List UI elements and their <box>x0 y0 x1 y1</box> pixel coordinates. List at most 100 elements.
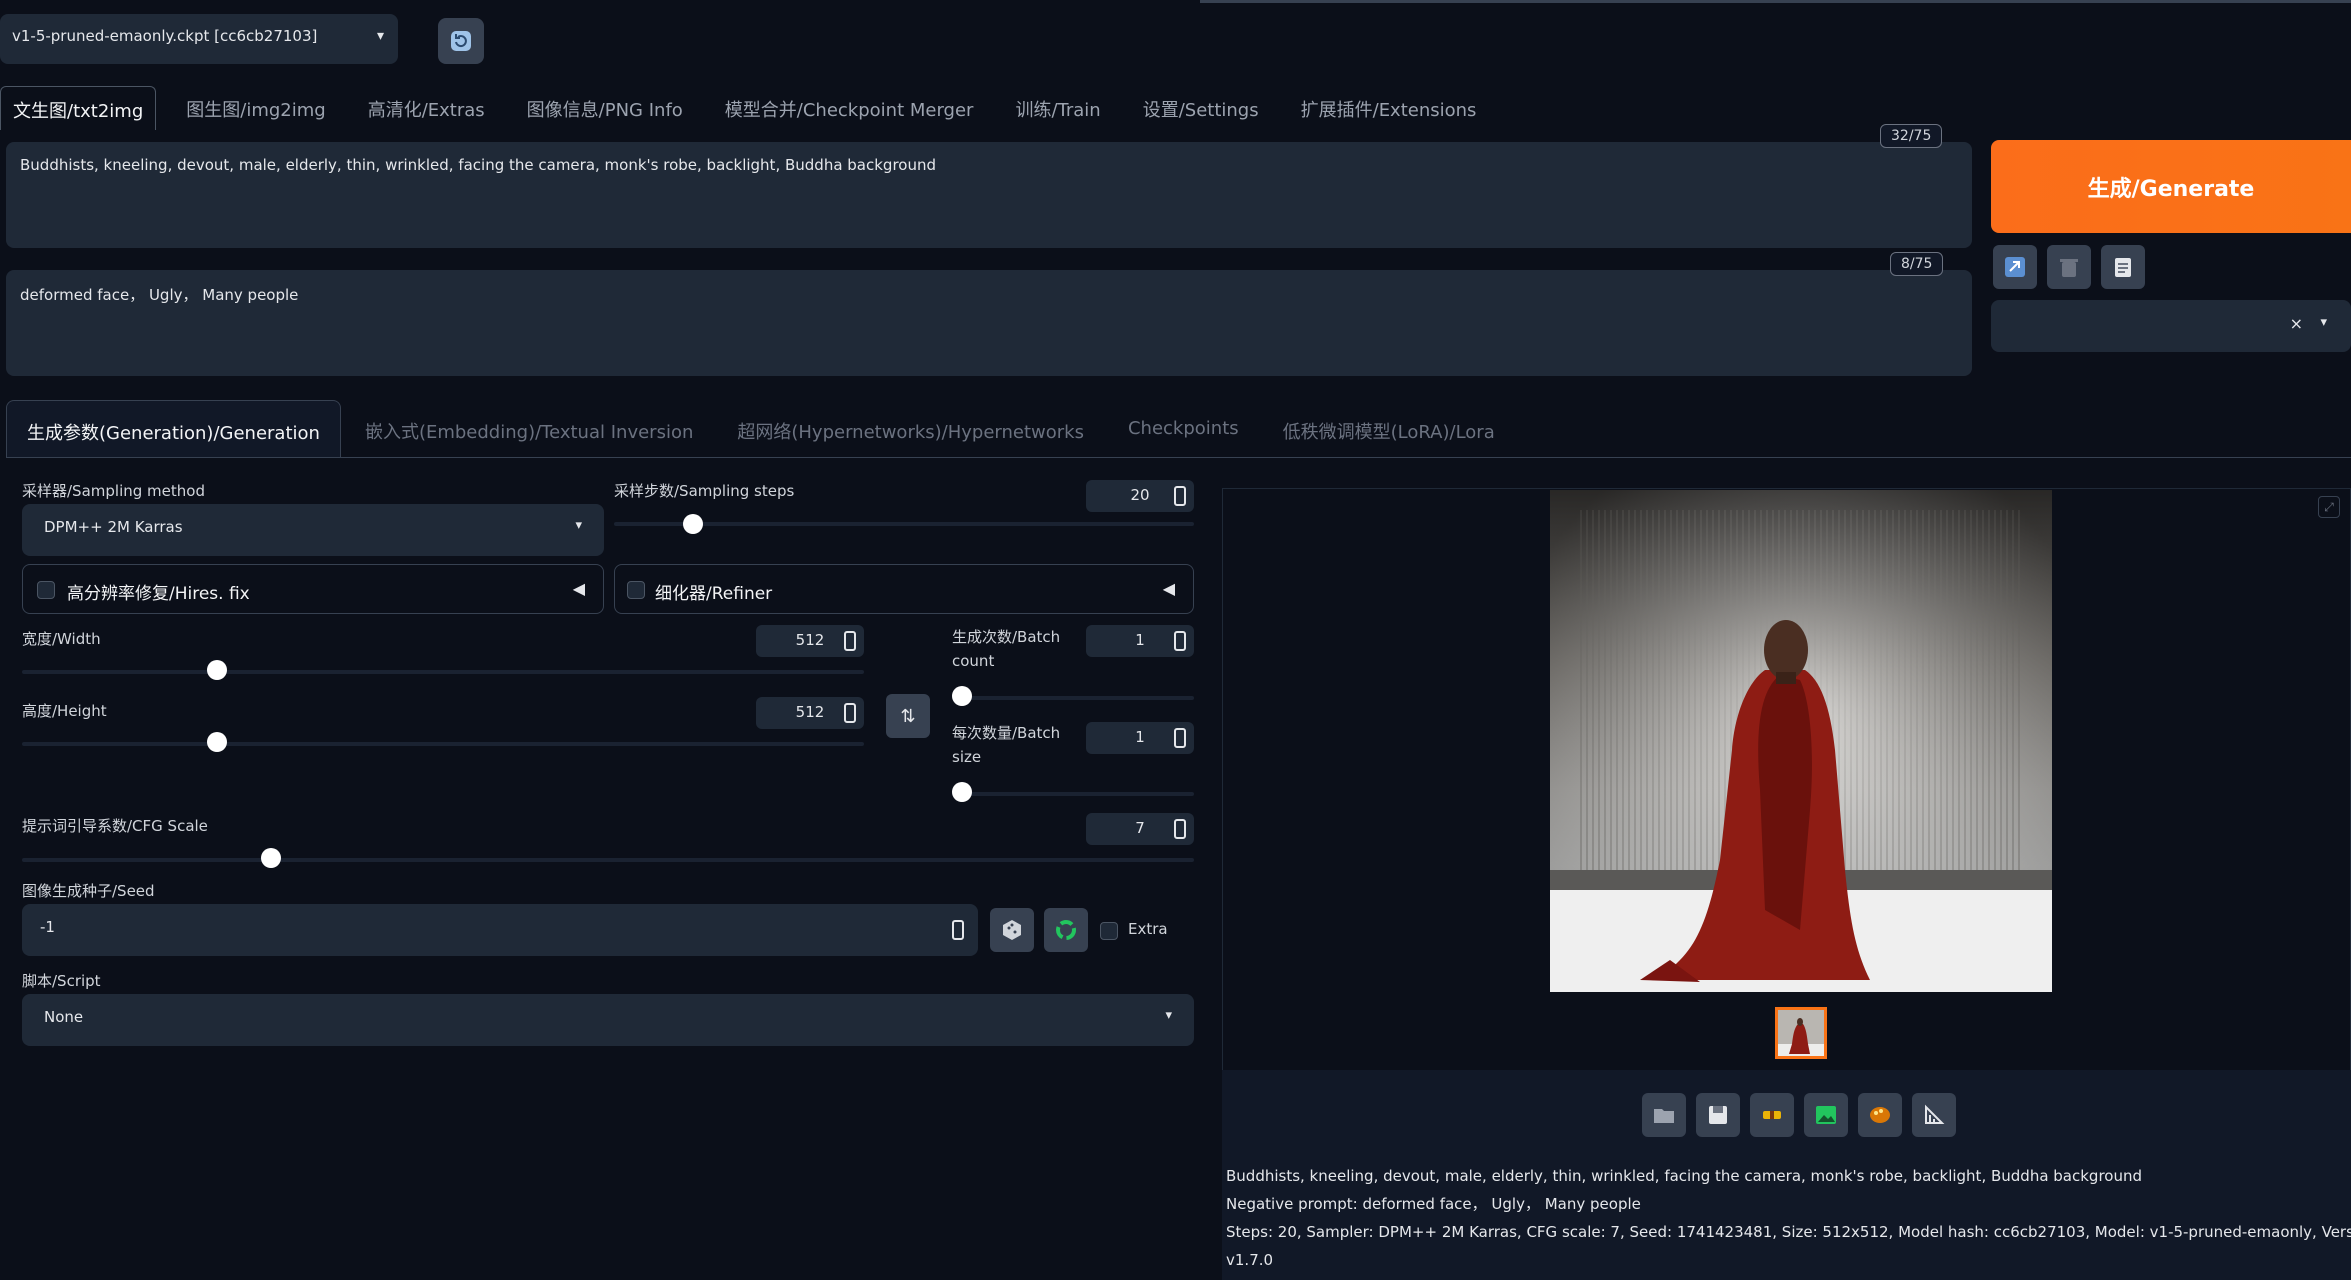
tab-extensions[interactable]: 扩展插件/Extensions <box>1289 86 1489 130</box>
tab-lora[interactable]: 低秩微调模型(LoRA)/Lora <box>1263 400 1515 458</box>
script-dropdown[interactable]: None ▾ <box>22 994 1194 1046</box>
spinner-icon[interactable] <box>844 631 856 651</box>
batch-count-input[interactable]: 1 <box>1086 625 1194 657</box>
clear-icon[interactable]: × <box>2290 314 2303 333</box>
spinner-icon[interactable] <box>952 920 964 940</box>
zip-icon <box>1763 1111 1781 1119</box>
width-value: 512 <box>795 631 825 649</box>
save-button[interactable] <box>1696 1093 1740 1137</box>
collapse-arrow-icon[interactable]: ◀ <box>573 579 585 598</box>
checkpoint-dropdown[interactable]: v1-5-pruned-emaonly.ckpt [cc6cb27103] ▾ <box>0 14 398 64</box>
sampling-steps-input[interactable]: 20 <box>1086 480 1194 512</box>
seed-label: 图像生成种子/Seed <box>22 882 155 900</box>
random-seed-button[interactable] <box>990 908 1034 952</box>
chevron-down-icon: ▾ <box>575 518 582 533</box>
sampling-steps-value: 20 <box>1130 486 1150 504</box>
fullscreen-icon[interactable]: ⤢ <box>2318 496 2340 518</box>
spinner-icon[interactable] <box>1174 631 1186 651</box>
seed-input[interactable]: -1 <box>22 904 978 956</box>
reuse-seed-button[interactable] <box>1044 908 1088 952</box>
height-input[interactable]: 512 <box>756 697 864 729</box>
tab-checkpoints[interactable]: Checkpoints <box>1108 400 1259 458</box>
swap-dimensions-button[interactable]: ⇅ <box>886 694 930 738</box>
open-folder-button[interactable] <box>1642 1093 1686 1137</box>
main-tabs: 文生图/txt2img 图生图/img2img 高清化/Extras 图像信息/… <box>0 86 1506 130</box>
cfg-scale-slider[interactable] <box>261 848 281 868</box>
styles-dropdown[interactable]: × ▾ <box>1991 300 2351 352</box>
chevron-down-icon: ▾ <box>376 28 384 44</box>
sampling-method-label: 采样器/Sampling method <box>22 482 205 500</box>
batch-size-input[interactable]: 1 <box>1086 722 1194 754</box>
script-label: 脚本/Script <box>22 972 101 990</box>
zip-button[interactable] <box>1750 1093 1794 1137</box>
collapse-arrow-icon[interactable]: ◀ <box>1163 579 1175 598</box>
batch-size-slider[interactable] <box>952 782 972 802</box>
batch-count-label-1: 生成次数/Batch <box>952 628 1061 646</box>
send-to-inpaint-button[interactable] <box>1858 1093 1902 1137</box>
hires-fix-accordion[interactable]: 高分辨率修复/Hires. fix ◀ <box>22 564 604 614</box>
generated-image[interactable] <box>1550 490 2052 992</box>
batch-count-slider[interactable] <box>952 686 972 706</box>
negative-prompt-input[interactable]: deformed face， Ugly， Many people <box>6 270 1972 376</box>
refiner-accordion[interactable]: 细化器/Refiner ◀ <box>614 564 1194 614</box>
tab-hypernetworks[interactable]: 超网络(Hypernetworks)/Hypernetworks <box>717 400 1104 458</box>
width-slider[interactable] <box>207 660 227 680</box>
chevron-down-icon: ▾ <box>1165 1008 1172 1023</box>
height-slider[interactable] <box>207 732 227 752</box>
trash-button[interactable] <box>2047 245 2091 289</box>
batch-size-track <box>952 792 1194 796</box>
read-params-button[interactable] <box>1993 245 2037 289</box>
tab-checkpoint-merger[interactable]: 模型合并/Checkpoint Merger <box>713 86 986 130</box>
sampling-method-dropdown[interactable]: DPM++ 2M Karras ▾ <box>22 504 604 556</box>
spinner-icon[interactable] <box>1174 728 1186 748</box>
script-value: None <box>44 1008 84 1026</box>
prompt-token-counter: 32/75 <box>1880 124 1943 148</box>
height-value: 512 <box>795 703 825 721</box>
prompt-input[interactable]: Buddhists, kneeling, devout, male, elder… <box>6 142 1972 248</box>
width-label: 宽度/Width <box>22 630 101 648</box>
arrow-icon <box>2005 257 2025 277</box>
style-edit-button[interactable] <box>2101 245 2145 289</box>
sampling-steps-slider[interactable] <box>683 514 703 534</box>
negative-prompt-text: deformed face， Ugly， Many people <box>20 286 299 304</box>
height-track <box>22 742 864 746</box>
gallery-thumbnail[interactable] <box>1775 1007 1827 1059</box>
tab-extras[interactable]: 高清化/Extras <box>356 86 497 130</box>
chevron-down-icon: ▾ <box>2320 315 2327 330</box>
negative-prompt-token-counter: 8/75 <box>1890 252 1944 276</box>
tab-settings[interactable]: 设置/Settings <box>1131 86 1271 130</box>
tab-png-info[interactable]: 图像信息/PNG Info <box>515 86 695 130</box>
palette-icon <box>1870 1107 1890 1123</box>
tab-img2img[interactable]: 图生图/img2img <box>174 86 337 130</box>
top-divider <box>1200 0 2351 3</box>
spinner-icon[interactable] <box>1174 819 1186 839</box>
send-to-img2img-button[interactable] <box>1804 1093 1848 1137</box>
batch-size-label-2: size <box>952 748 982 766</box>
extra-networks-tabs: 生成参数(Generation)/Generation 嵌入式(Embeddin… <box>6 400 1519 458</box>
width-input[interactable]: 512 <box>756 625 864 657</box>
spinner-icon[interactable] <box>844 703 856 723</box>
cfg-scale-input[interactable]: 7 <box>1086 813 1194 845</box>
cfg-scale-value: 7 <box>1135 819 1145 837</box>
refresh-checkpoint-button[interactable] <box>438 18 484 64</box>
refresh-icon <box>451 31 471 51</box>
ruler-icon <box>1925 1104 1945 1124</box>
generation-info-negative: Negative prompt: deformed face， Ugly， Ma… <box>1226 1195 1641 1213</box>
width-track <box>22 670 864 674</box>
clipboard-icon <box>2115 258 2131 277</box>
cfg-scale-track <box>22 858 1194 862</box>
refiner-checkbox[interactable] <box>627 581 645 599</box>
tab-textual-inversion[interactable]: 嵌入式(Embedding)/Textual Inversion <box>345 400 713 458</box>
generate-button[interactable]: 生成/Generate <box>1991 140 2351 233</box>
hires-fix-checkbox[interactable] <box>37 581 55 599</box>
generation-info-params: Steps: 20, Sampler: DPM++ 2M Karras, CFG… <box>1226 1223 2351 1241</box>
extra-seed-checkbox[interactable] <box>1100 922 1118 940</box>
recycle-icon <box>1056 920 1076 940</box>
tab-train[interactable]: 训练/Train <box>1003 86 1112 130</box>
tab-txt2img[interactable]: 文生图/txt2img <box>0 86 157 130</box>
tab-generation[interactable]: 生成参数(Generation)/Generation <box>6 400 341 458</box>
send-to-extras-button[interactable] <box>1912 1093 1956 1137</box>
spinner-icon[interactable] <box>1174 486 1186 506</box>
save-icon <box>1709 1106 1727 1124</box>
image-icon <box>1816 1106 1836 1124</box>
